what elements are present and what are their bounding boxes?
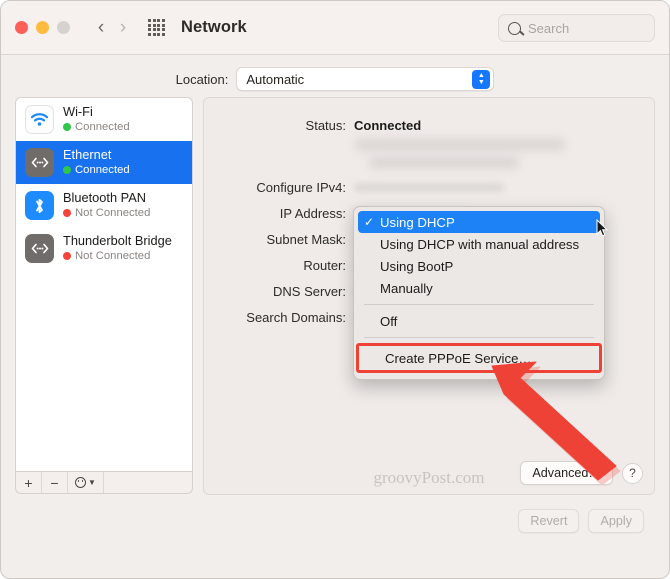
status-dot-icon [63,123,71,131]
menu-separator [364,304,594,305]
location-value: Automatic [246,71,305,87]
redacted-status-detail [347,139,571,177]
configure-ipv4-dropdown-menu[interactable]: ✓ Using DHCP Using DHCP with manual addr… [353,206,605,380]
location-row: Location: Automatic ▲ ▼ [1,55,669,97]
chevron-down-icon: ▼ [88,477,96,487]
menu-item-label: Using BootP [380,258,454,274]
search-icon [508,21,521,35]
action-menu-button[interactable]: ▼ [68,472,104,493]
status-dot-icon [63,252,71,260]
menu-item-label: Using DHCP [380,214,455,230]
menu-separator [364,337,594,338]
configure-ipv4-row: Configure IPv4: [204,174,654,200]
close-button[interactable] [15,21,28,34]
subnet-mask-label: Subnet Mask: [266,231,347,247]
menu-item-label: Manually [380,280,433,296]
forward-button[interactable]: › [112,15,134,41]
status-dot-icon [63,209,71,217]
title-bar: ‹ › Network [1,1,669,55]
search-input[interactable] [528,20,645,36]
interface-list[interactable]: Wi-Fi Connected Ethernet Connected Bluet… [15,97,193,471]
toolbar-filler [104,472,192,493]
checkmark-icon: ✓ [364,215,375,229]
status-text: Connected [75,164,130,176]
menu-item-using-dhcp[interactable]: ✓ Using DHCP [358,211,600,233]
location-label: Location: [175,71,229,87]
window-footer: Revert Apply [1,495,669,533]
interface-status: Not Connected [63,249,172,263]
add-interface-button[interactable]: + [16,472,42,493]
traffic-lights [15,21,70,34]
search-domains-label: Search Domains: [246,309,346,325]
status-text: Not Connected [75,207,151,219]
search-box[interactable] [498,14,655,42]
revert-button[interactable]: Revert [518,509,580,533]
dns-server-label: DNS Server: [273,283,346,299]
menu-item-manually[interactable]: Manually [358,277,600,299]
status-text: Not Connected [75,250,151,262]
location-select[interactable]: Automatic ▲ ▼ [236,67,495,91]
status-text: Connected [75,121,130,133]
interface-name: Wi-Fi [63,104,93,119]
interface-name: Bluetooth PAN [63,190,146,205]
network-preferences-window: ‹ › Network Location: Automatic ▲▼ [0,0,670,579]
configure-ipv4-value[interactable] [354,182,504,192]
remove-interface-button[interactable]: − [42,472,68,493]
ip-address-label: IP Address: [279,205,346,221]
interface-status: Connected [63,120,130,134]
pointer-arrow-icon [491,361,621,484]
status-dot-icon [63,166,71,174]
sidebar-toolbar: + − ▼ [15,471,193,494]
status-label: Status: [305,117,346,133]
menu-item-using-bootp[interactable]: Using BootP [358,255,600,277]
list-item[interactable]: Thunderbolt Bridge Not Connected [16,227,192,270]
mouse-cursor-icon [596,219,608,237]
grid-apps-icon[interactable] [148,19,165,36]
list-item[interactable]: Bluetooth PAN Not Connected [16,184,192,227]
router-label: Router: [303,257,346,273]
back-button[interactable]: ‹ [90,15,112,41]
sidebar: Wi-Fi Connected Ethernet Connected Bluet… [15,97,193,495]
menu-item-label: Using DHCP with manual address [380,236,580,252]
page-title: Network [181,18,247,36]
menu-item-using-dhcp-manual[interactable]: Using DHCP with manual address [358,233,600,255]
minimize-button[interactable] [36,21,49,34]
gear-action-icon [75,477,87,488]
interface-name: Thunderbolt Bridge [63,233,172,248]
ethernet-icon [25,148,54,177]
interface-status: Connected [63,163,130,177]
status-value: Connected [354,117,422,133]
apply-button[interactable]: Apply [588,509,644,533]
zoom-button[interactable] [57,21,70,34]
menu-item-off[interactable]: Off [358,310,600,332]
bluetooth-icon [25,191,54,220]
configure-ipv4-label: Configure IPv4: [256,179,346,195]
menu-item-label: Off [380,313,398,329]
chevron-up-down-icon[interactable]: ▲ ▼ [472,70,491,89]
list-item[interactable]: Ethernet Connected [16,141,192,184]
status-row: Status: Connected [204,112,654,138]
ethernet-icon [25,234,54,263]
interface-name: Ethernet [63,147,112,162]
wifi-icon [25,105,54,134]
list-item[interactable]: Wi-Fi Connected [16,98,192,141]
interface-status: Not Connected [63,206,150,220]
